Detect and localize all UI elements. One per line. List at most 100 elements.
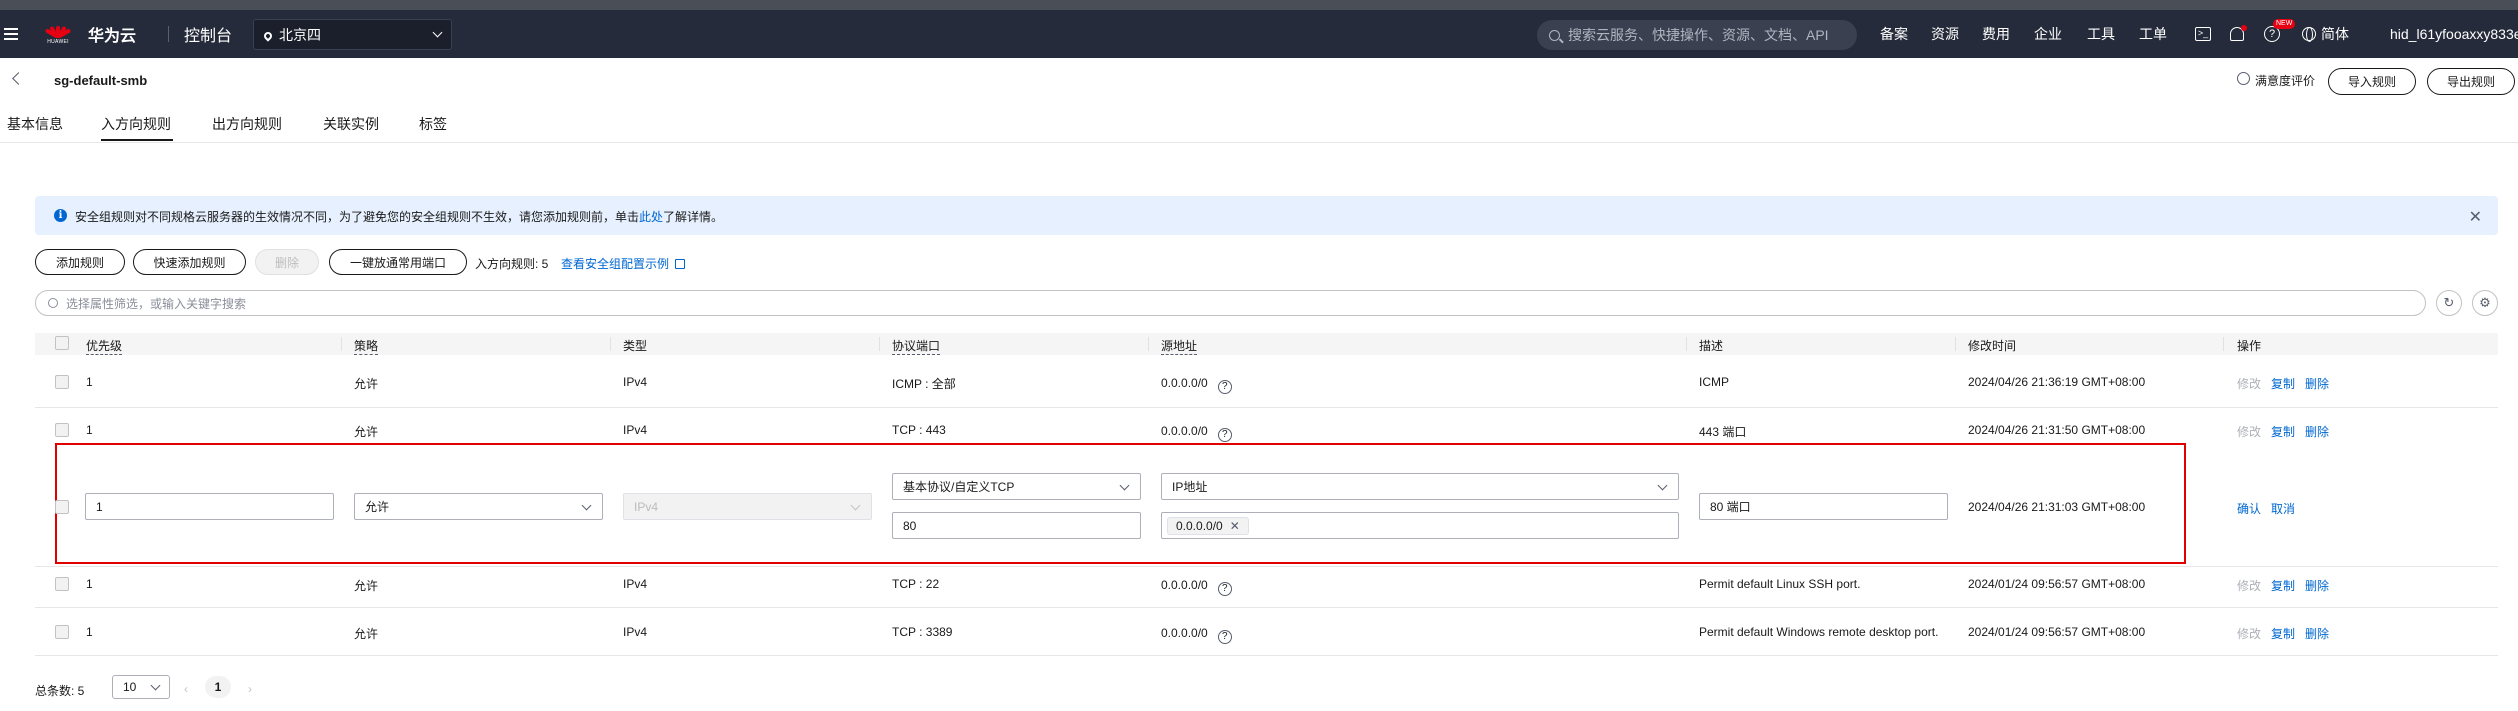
row-checkbox[interactable] [55, 423, 69, 437]
quick-add-rule-button[interactable]: 快速添加规则 [133, 249, 246, 275]
cell-source: 0.0.0.0/0? [1161, 578, 1232, 596]
info-detail-link[interactable]: 此处 [639, 210, 663, 224]
tab-basic-info[interactable]: 基本信息 [7, 114, 63, 134]
import-rules-button[interactable]: 导入规则 [2328, 68, 2416, 95]
back-arrow-icon[interactable] [12, 72, 25, 85]
delete-button[interactable]: 删除 [255, 249, 319, 275]
bell-icon[interactable] [2230, 10, 2247, 58]
cell-actions: 修改 复制 删除 [2237, 577, 2339, 594]
huawei-logo[interactable]: HUAWEI [44, 10, 72, 58]
copy-link[interactable]: 复制 [2271, 579, 2295, 593]
port-input[interactable]: 80 [892, 512, 1141, 539]
help-icon[interactable]: ? [1217, 582, 1232, 596]
tab-tags[interactable]: 标签 [419, 114, 447, 134]
modify-link[interactable]: 修改 [2237, 579, 2261, 593]
close-icon[interactable]: ✕ [2469, 207, 2482, 227]
cell-description: 443 端口 [1699, 425, 1747, 439]
row-checkbox[interactable] [55, 500, 69, 514]
modify-link[interactable]: 修改 [2237, 377, 2261, 391]
chevron-down-icon [432, 27, 443, 38]
copy-link[interactable]: 复制 [2271, 377, 2295, 391]
config-example-link[interactable]: 查看安全组配置示例 [561, 255, 686, 272]
col-priority[interactable]: 优先级 [86, 337, 123, 355]
cell-policy: 允许 [354, 425, 379, 439]
nav-filing[interactable]: 备案 [1880, 10, 1908, 58]
user-account[interactable]: hid_l61yfooaxxy833e [2390, 10, 2518, 58]
copy-link[interactable]: 复制 [2271, 425, 2295, 439]
nav-tools[interactable]: 工具 [2087, 10, 2115, 58]
tab-outbound-rules[interactable]: 出方向规则 [212, 114, 282, 134]
add-rule-button[interactable]: 添加规则 [35, 249, 125, 275]
source-address-input[interactable]: 0.0.0.0/0 ✕ [1161, 512, 1679, 539]
gear-icon[interactable]: ⚙ [2472, 290, 2498, 316]
cell-description: ICMP [1699, 375, 1729, 389]
tab-associated-instances[interactable]: 关联实例 [323, 114, 379, 134]
external-link-icon [675, 259, 686, 269]
rating-link[interactable]: 满意度评价 [2255, 72, 2315, 89]
help-icon[interactable]: ? NEW [2264, 10, 2296, 58]
policy-select[interactable]: 允许 [354, 493, 603, 520]
col-source[interactable]: 源地址 [1161, 337, 1198, 355]
modify-link[interactable]: 修改 [2237, 627, 2261, 641]
export-rules-button[interactable]: 导出规则 [2427, 68, 2515, 95]
cell-type: IPv4 [623, 577, 648, 591]
region-select[interactable]: 北京四 [253, 19, 452, 50]
brand-name[interactable]: 华为云 [88, 10, 136, 58]
nav-resources[interactable]: 资源 [1931, 10, 1959, 58]
info-text: 安全组规则对不同规格云服务器的生效情况不同，为了避免您的安全组规则不生效，请您添… [75, 210, 724, 224]
filter-search-input[interactable]: 选择属性筛选，或输入关键字搜索 [35, 290, 2426, 316]
confirm-link[interactable]: 确认 [2237, 502, 2261, 516]
delete-link[interactable]: 删除 [2305, 377, 2329, 391]
modify-link[interactable]: 修改 [2237, 425, 2261, 439]
language-label: 简体 [2321, 26, 2349, 42]
page-number-current[interactable]: 1 [205, 676, 231, 698]
row-divider [35, 607, 2498, 608]
global-search-input[interactable]: 搜索云服务、快捷操作、资源、文档、API [1537, 20, 1857, 50]
source-type-select[interactable]: IP地址 [1161, 473, 1679, 500]
menu-icon[interactable] [4, 10, 24, 58]
col-description: 描述 [1699, 339, 1724, 353]
open-common-ports-button[interactable]: 一键放通常用端口 [329, 249, 467, 275]
type-value: IPv4 [634, 499, 659, 514]
nav-tickets[interactable]: 工单 [2139, 10, 2167, 58]
priority-input[interactable]: 1 [85, 493, 334, 520]
next-page-icon[interactable]: › [248, 682, 252, 696]
copy-link[interactable]: 复制 [2271, 627, 2295, 641]
language-switch[interactable]: 简体 [2302, 10, 2349, 58]
row-checkbox[interactable] [55, 577, 69, 591]
tab-inbound-rules[interactable]: 入方向规则 [101, 114, 171, 134]
smile-icon[interactable] [2237, 72, 2250, 85]
console-link[interactable]: 控制台 [184, 10, 232, 58]
cell-port: ICMP : 全部 [892, 377, 956, 391]
nav-billing[interactable]: 费用 [1982, 10, 2010, 58]
delete-link[interactable]: 删除 [2305, 579, 2329, 593]
cancel-link[interactable]: 取消 [2271, 502, 2295, 516]
select-all-checkbox[interactable] [55, 336, 69, 350]
divider [168, 26, 169, 42]
col-protocol-port[interactable]: 协议端口 [892, 337, 941, 355]
page-size-value: 10 [123, 680, 137, 694]
nav-enterprise[interactable]: 企业 [2034, 10, 2062, 58]
help-icon[interactable]: ? [1217, 380, 1232, 394]
prev-page-icon[interactable]: ‹ [184, 682, 188, 696]
chevron-down-icon [1119, 480, 1130, 491]
terminal-icon[interactable]: >_ [2195, 10, 2211, 58]
col-separator [610, 337, 611, 351]
help-icon[interactable]: ? [1217, 630, 1232, 644]
top-navbar: HUAWEI 华为云 控制台 北京四 搜索云服务、快捷操作、资源、文档、API … [0, 10, 2518, 58]
help-icon[interactable]: ? [1217, 428, 1232, 442]
remove-chip-icon[interactable]: ✕ [1230, 519, 1240, 533]
page-size-select[interactable]: 10 [112, 675, 170, 699]
col-separator [879, 337, 880, 351]
description-input[interactable]: 80 端口 [1699, 493, 1948, 520]
chevron-down-icon [1657, 480, 1668, 491]
refresh-icon[interactable]: ↻ [2436, 290, 2462, 316]
protocol-select[interactable]: 基本协议/自定义TCP [892, 473, 1141, 500]
delete-link[interactable]: 删除 [2305, 627, 2329, 641]
row-checkbox[interactable] [55, 375, 69, 389]
cell-priority: 1 [86, 625, 93, 639]
col-policy[interactable]: 策略 [354, 337, 379, 355]
delete-link[interactable]: 删除 [2305, 425, 2329, 439]
row-checkbox[interactable] [55, 625, 69, 639]
type-select[interactable]: IPv4 [623, 493, 872, 520]
